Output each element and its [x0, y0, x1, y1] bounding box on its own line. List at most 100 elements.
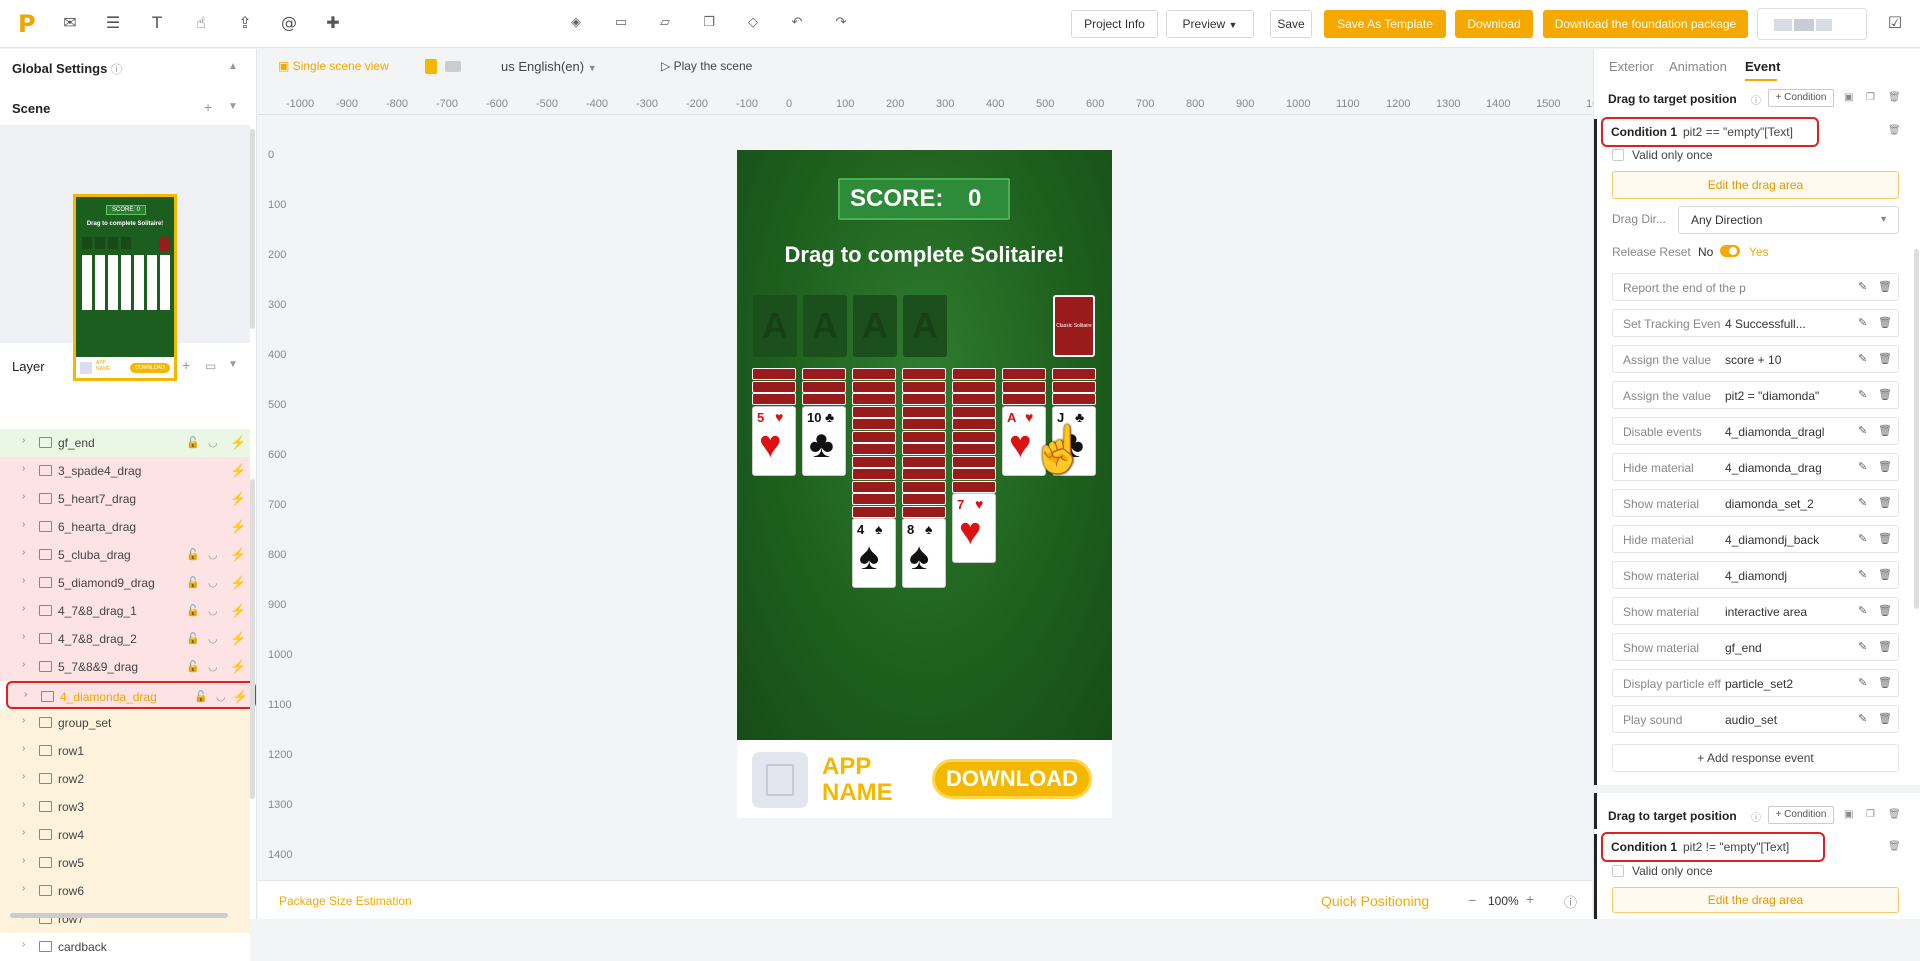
playing-card[interactable]: 4 ♠ ♠: [852, 518, 896, 588]
inbox-icon[interactable]: ✉: [60, 13, 80, 33]
expand-arrow-icon[interactable]: ›: [22, 491, 25, 502]
expand-arrow-icon[interactable]: ›: [22, 463, 25, 474]
edit-icon[interactable]: ✎: [1858, 676, 1867, 689]
event-bolt-icon[interactable]: ⚡: [230, 603, 246, 619]
preview-button[interactable]: Preview ▼: [1166, 10, 1254, 38]
layer-row[interactable]: › 4_diamonda_drag 🔓 ◡ ⚡: [6, 681, 256, 709]
horizontal-scrollbar[interactable]: [10, 913, 228, 918]
deck-card[interactable]: Classic Solitaire: [1053, 295, 1095, 357]
playing-card[interactable]: 10 ♣ ♣: [802, 405, 846, 476]
lock-icon[interactable]: 🔓: [186, 548, 200, 561]
edit-icon[interactable]: ✎: [1858, 388, 1867, 401]
save-as-template-button[interactable]: Save As Template: [1324, 10, 1446, 38]
eye-icon[interactable]: ◡: [208, 548, 218, 561]
edit-icon[interactable]: ✎: [1858, 604, 1867, 617]
event-bolt-icon[interactable]: ⚡: [230, 491, 246, 507]
help-icon[interactable]: ⓘ: [1751, 809, 1761, 824]
lock-icon[interactable]: 🔓: [186, 660, 200, 673]
folder-open-icon[interactable]: ▱: [655, 13, 675, 33]
lock-icon[interactable]: 🔓: [194, 690, 208, 703]
expand-arrow-icon[interactable]: ›: [24, 689, 27, 700]
edit-icon[interactable]: ✎: [1858, 496, 1867, 509]
edit-icon[interactable]: ✎: [1858, 712, 1867, 725]
layer-row[interactable]: › row4: [0, 821, 250, 849]
chevron-down-icon[interactable]: ▼: [228, 101, 238, 112]
playing-card[interactable]: 5 ♥ ♥: [752, 405, 796, 476]
lock-icon[interactable]: 🔓: [186, 576, 200, 589]
chevron-down-icon[interactable]: ▼: [228, 359, 238, 370]
expand-arrow-icon[interactable]: ›: [22, 519, 25, 530]
right-scrollbar[interactable]: [1914, 249, 1919, 609]
tab-animation[interactable]: Animation: [1669, 59, 1727, 74]
condition-2-highlight[interactable]: Condition 1 pit2 != "empty"[Text]: [1601, 832, 1825, 862]
edit-drag-area-button[interactable]: Edit the drag area: [1612, 171, 1899, 199]
tab-exterior[interactable]: Exterior: [1609, 59, 1654, 74]
add-condition-button[interactable]: + Condition: [1768, 89, 1834, 107]
project-info-button[interactable]: Project Info: [1071, 10, 1158, 38]
eye-icon[interactable]: ◡: [208, 632, 218, 645]
expand-arrow-icon[interactable]: ›: [22, 603, 25, 614]
package-size-link[interactable]: Package Size Estimation: [279, 894, 412, 908]
lock-icon[interactable]: 🔓: [186, 436, 200, 449]
minimize-icon[interactable]: ▣: [1844, 92, 1853, 103]
language-select[interactable]: us English(en) ▼: [501, 59, 597, 74]
response-event-row[interactable]: Hide material 4_diamondj_back ✎ 🗑: [1612, 525, 1899, 553]
expand-arrow-icon[interactable]: ›: [22, 547, 25, 558]
drag-direction-select[interactable]: Any Direction ▼: [1678, 206, 1899, 234]
portrait-mode-button[interactable]: [425, 59, 437, 74]
layer-row[interactable]: › 5_heart7_drag ⚡: [0, 485, 250, 513]
delete-icon[interactable]: 🗑: [1878, 676, 1892, 689]
event-bolt-icon[interactable]: ⚡: [230, 659, 246, 675]
expand-arrow-icon[interactable]: ›: [22, 659, 25, 670]
event-bolt-icon[interactable]: ⚡: [232, 689, 248, 705]
layer-row[interactable]: › 3_spade4_drag ⚡: [0, 457, 250, 485]
add-layer-icon[interactable]: +: [182, 357, 190, 373]
layer-row[interactable]: › 5_7&8&9_drag 🔓 ◡ ⚡: [0, 653, 250, 681]
playing-card[interactable]: 7 ♥ ♥: [952, 493, 996, 563]
valid-once-checkbox[interactable]: [1612, 149, 1624, 161]
lock-icon[interactable]: 🔓: [186, 632, 200, 645]
layer-row[interactable]: ›row7: [0, 905, 250, 933]
delete-icon[interactable]: 🗑: [1888, 809, 1901, 820]
response-event-row[interactable]: Show material interactive area ✎ 🗑: [1612, 597, 1899, 625]
response-event-row[interactable]: Display particle eff particle_set2 ✎ 🗑: [1612, 669, 1899, 697]
delete-icon[interactable]: 🗑: [1878, 568, 1892, 581]
delete-icon[interactable]: 🗑: [1878, 388, 1892, 401]
hand-pointer-icon[interactable]: ☝: [191, 13, 211, 33]
scene-scrollbar[interactable]: [250, 129, 255, 329]
expand-arrow-icon[interactable]: ›: [22, 799, 25, 810]
eye-icon[interactable]: ◡: [208, 576, 218, 589]
download-button[interactable]: Download: [1455, 10, 1533, 38]
scene-thumbnail[interactable]: SCORE: 0 Drag to complete Solitaire! APP…: [73, 194, 177, 381]
layer-row[interactable]: › row1: [0, 737, 250, 765]
event-bolt-icon[interactable]: ⚡: [230, 435, 246, 451]
zoom-out-icon[interactable]: −: [1468, 892, 1476, 908]
edit-drag-area-button-2[interactable]: Edit the drag area: [1612, 887, 1899, 913]
play-scene-button[interactable]: ▷ Play the scene: [661, 59, 752, 73]
response-event-row[interactable]: Set Tracking Even 4 Successfull... ✎ 🗑: [1612, 309, 1899, 337]
download-cta-button[interactable]: DOWNLOAD: [932, 759, 1092, 799]
response-event-row[interactable]: Hide material 4_diamonda_drag ✎ 🗑: [1612, 453, 1899, 481]
response-event-row[interactable]: Show material 4_diamondj ✎ 🗑: [1612, 561, 1899, 589]
event-bolt-icon[interactable]: ⚡: [230, 547, 246, 563]
file-upload-icon[interactable]: ⇪: [235, 13, 255, 33]
landscape-mode-button[interactable]: [445, 61, 461, 72]
edit-icon[interactable]: ✎: [1858, 352, 1867, 365]
delete-icon[interactable]: 🗑: [1878, 496, 1892, 509]
save-button[interactable]: Save: [1270, 10, 1312, 38]
expand-arrow-icon[interactable]: ›: [22, 575, 25, 586]
layer-row[interactable]: › row5: [0, 849, 250, 877]
delete-icon[interactable]: 🗑: [1878, 316, 1892, 329]
edit-icon[interactable]: ✎: [1858, 640, 1867, 653]
edit-icon[interactable]: ✎: [1858, 316, 1867, 329]
undo-icon[interactable]: ↶: [787, 13, 807, 33]
text-icon[interactable]: T: [147, 13, 167, 33]
lock-icon[interactable]: 🔓: [186, 604, 200, 617]
delete-icon[interactable]: 🗑: [1878, 424, 1892, 437]
delete-icon[interactable]: 🗑: [1878, 604, 1892, 617]
layer-row[interactable]: › 6_hearta_drag ⚡: [0, 513, 250, 541]
event-bolt-icon[interactable]: ⚡: [230, 575, 246, 591]
expand-arrow-icon[interactable]: ›: [22, 855, 25, 866]
add-folder-icon[interactable]: ▭: [205, 359, 216, 373]
layer-row[interactable]: › row2: [0, 765, 250, 793]
